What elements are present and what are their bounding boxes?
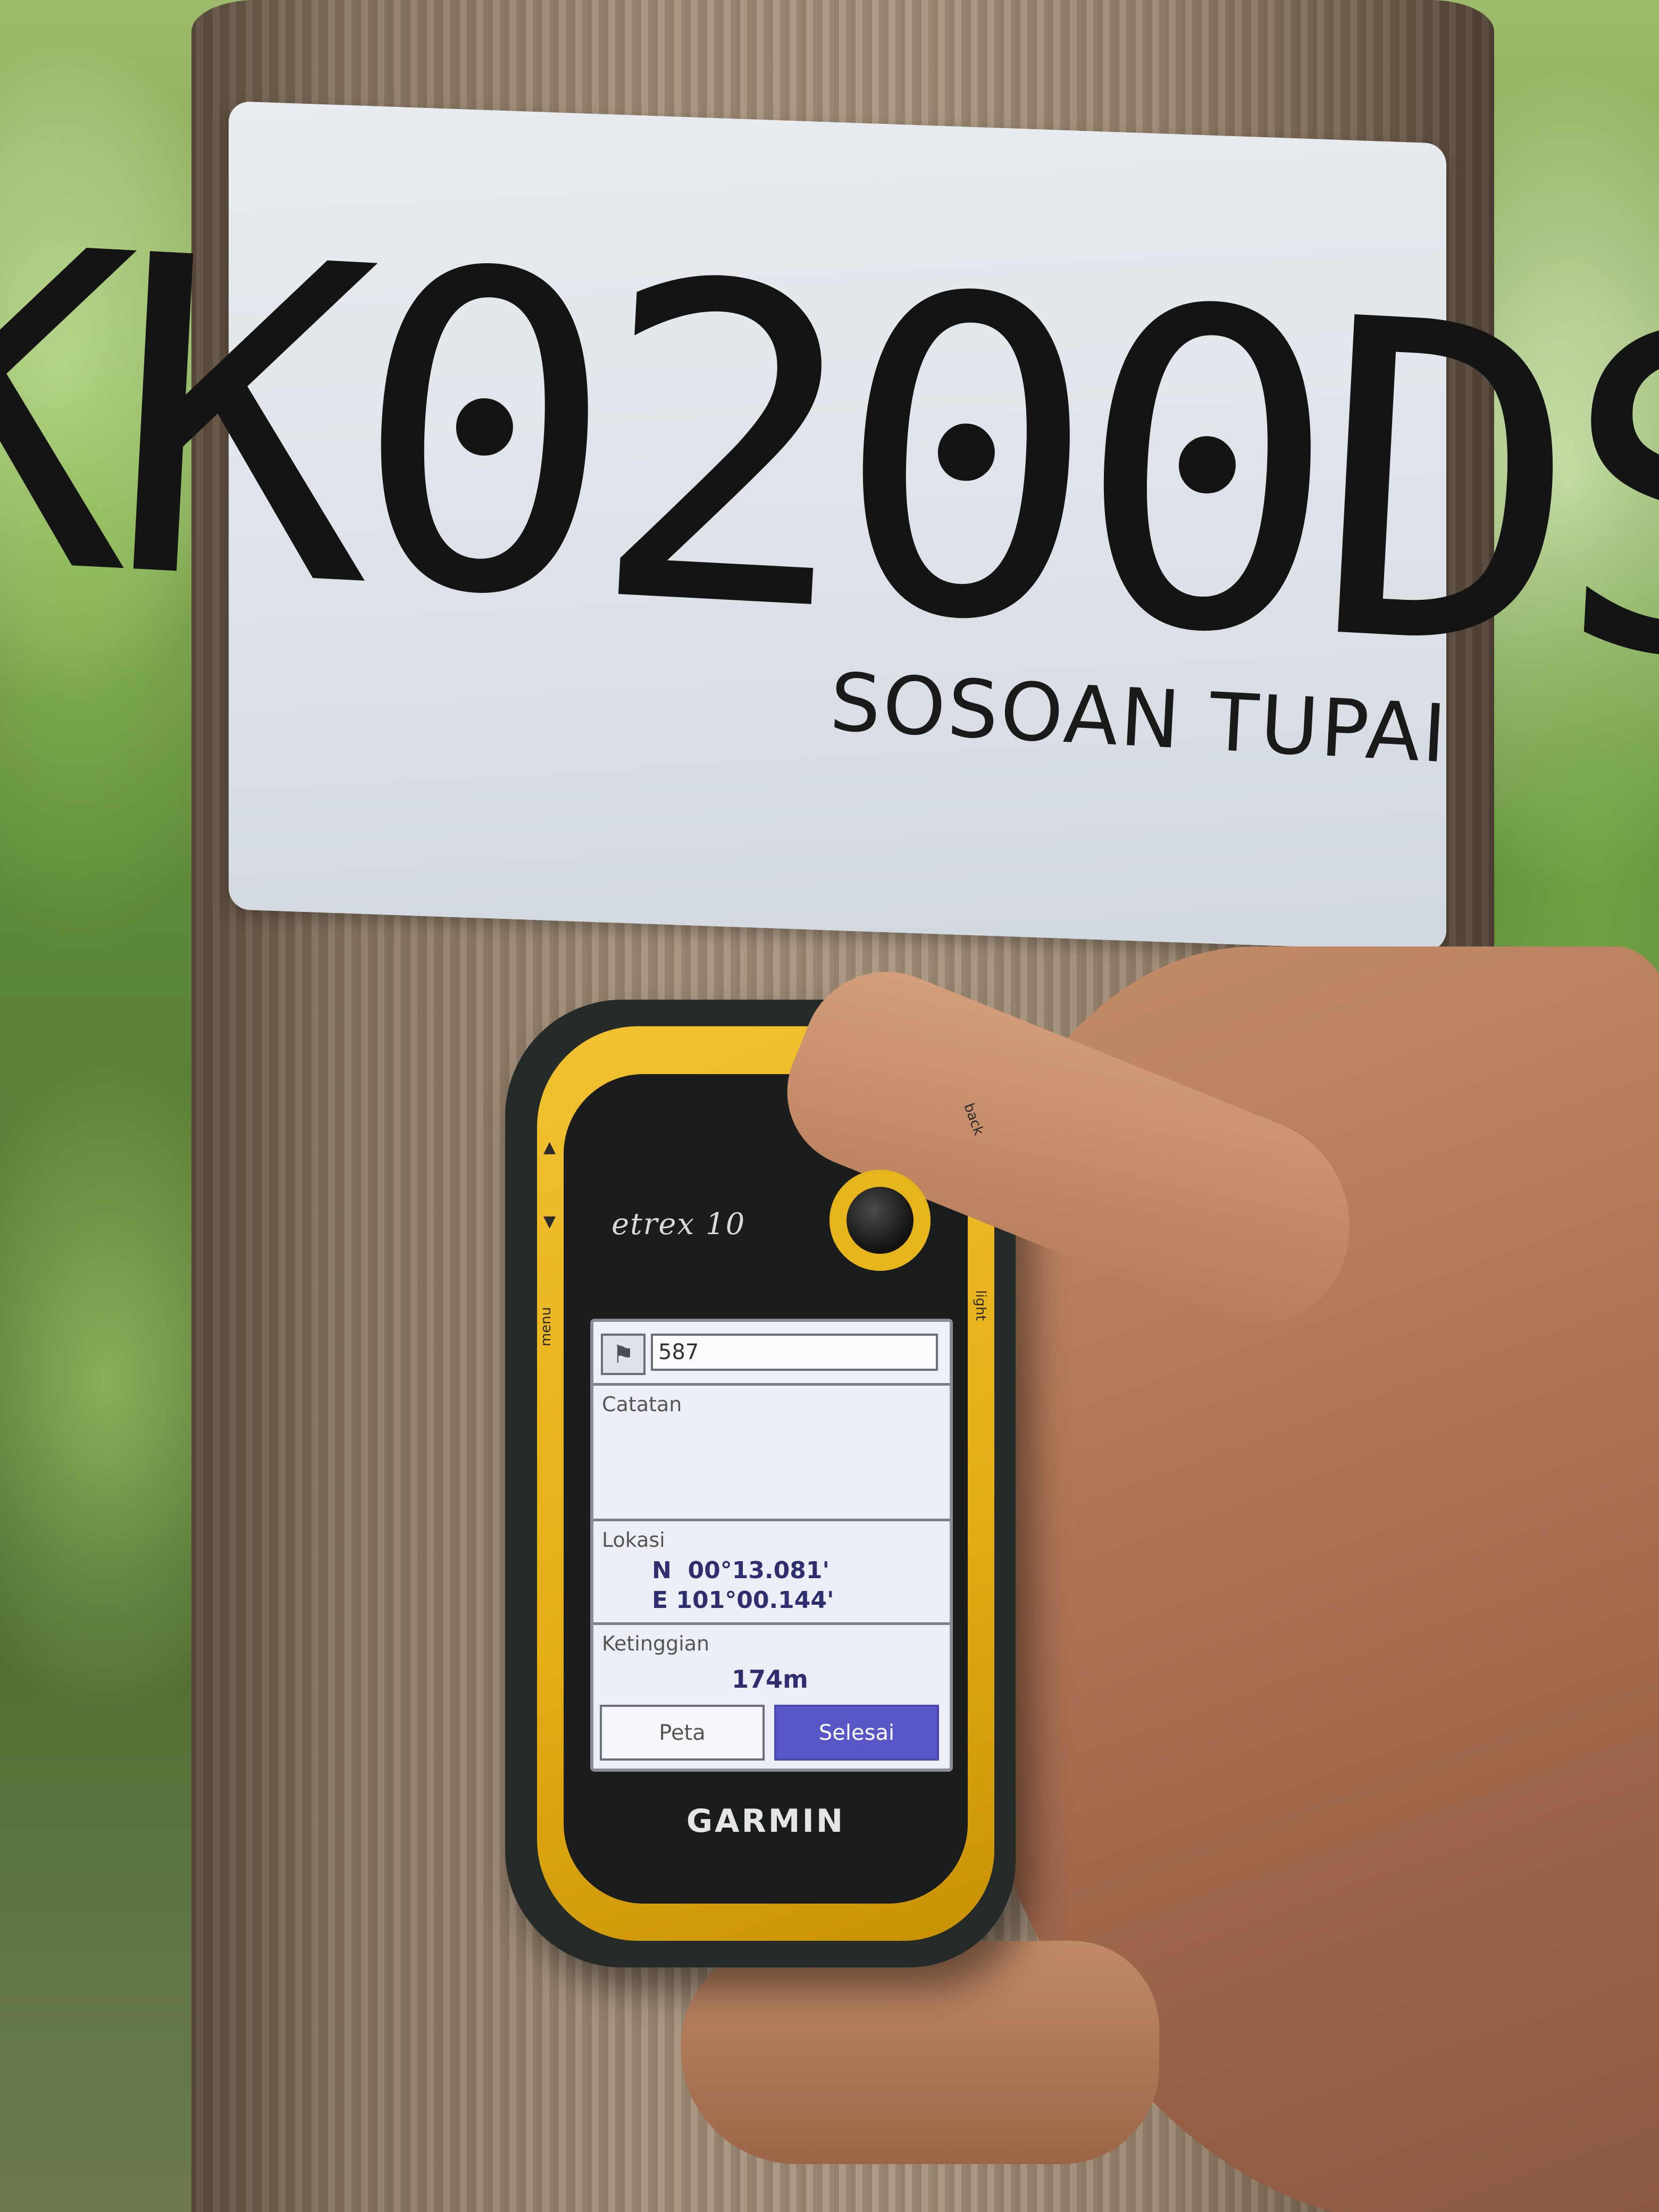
device-model: etrex 10 [611,1207,746,1242]
light-button-label[interactable]: light [973,1290,988,1321]
hand-finger [681,1941,1159,2164]
flag-icon[interactable]: ⚑ [601,1334,646,1375]
notes-section[interactable]: Catatan [593,1388,950,1521]
gps-screen: ⚑ 587 Catatan Lokasi N 00°13.081' E 101°… [590,1319,953,1772]
location-section[interactable]: Lokasi N 00°13.081' E 101°00.144' [593,1524,950,1625]
done-button[interactable]: Selesai [774,1705,939,1761]
altitude-label: Ketinggian [602,1632,710,1655]
location-label: Lokasi [602,1528,665,1552]
latitude-value: N 00°13.081' [652,1557,830,1584]
notes-label: Catatan [602,1393,682,1416]
waypoint-header: ⚑ 587 [593,1322,950,1386]
thumb-stick-cap[interactable] [847,1187,914,1254]
altitude-section[interactable]: Ketinggian 174m [593,1628,950,1702]
menu-button-label[interactable]: menu [538,1307,554,1346]
forest-photo: KK0200DS SOSOAN TUPAI back light menu ▲ … [0,0,1659,2212]
waypoint-name-field[interactable]: 587 [651,1334,938,1371]
map-button[interactable]: Peta [600,1705,765,1761]
longitude-value: E 101°00.144' [652,1587,834,1614]
zoom-out-arrow-icon[interactable]: ▼ [543,1212,556,1231]
brand-logo: GARMIN [686,1803,845,1840]
altitude-value: 174m [732,1665,808,1694]
zoom-in-arrow-icon[interactable]: ▲ [543,1138,556,1157]
